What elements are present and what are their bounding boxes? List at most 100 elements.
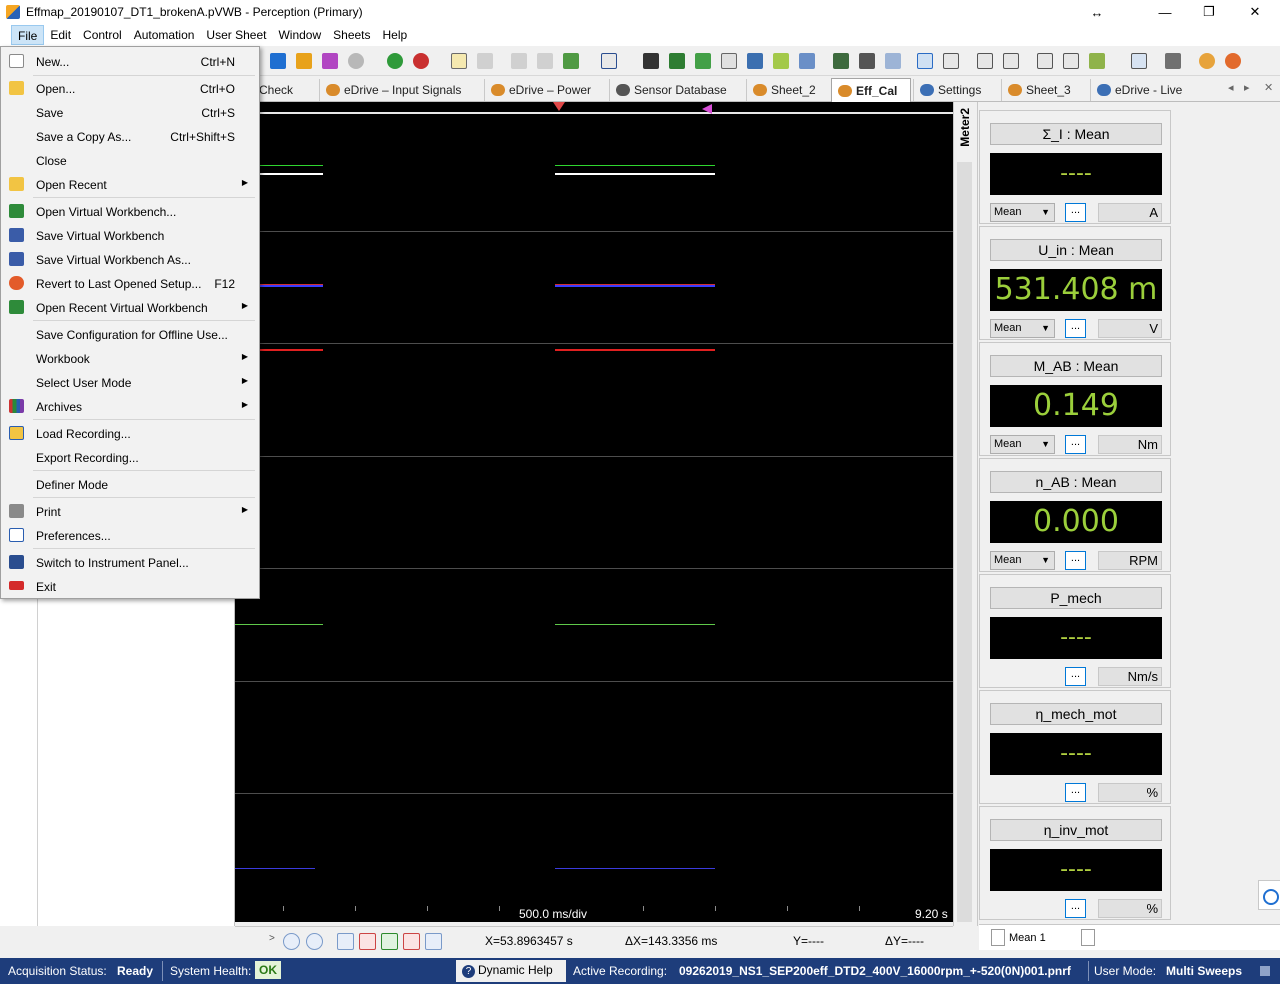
meter-icon[interactable] — [721, 53, 737, 69]
image-icon[interactable] — [773, 53, 789, 69]
zoom-in-icon[interactable] — [283, 933, 300, 950]
expand-arrow-icon[interactable]: > — [269, 933, 275, 944]
pause-icon[interactable] — [296, 53, 312, 69]
menu-help[interactable]: Help — [377, 25, 414, 45]
expand-icon[interactable] — [1037, 53, 1053, 69]
hardware-icon[interactable] — [1199, 53, 1215, 69]
menu-sheets[interactable]: Sheets — [327, 25, 376, 45]
meter-options-button[interactable]: ... — [1065, 551, 1086, 570]
menu-item-workbook[interactable]: Workbook ▶ — [3, 346, 257, 370]
layout-icon[interactable] — [601, 53, 617, 69]
cursor-lock-icon[interactable] — [1003, 53, 1019, 69]
page-icon[interactable] — [991, 929, 1005, 946]
calculator-icon[interactable] — [833, 53, 849, 69]
step-forward-icon[interactable] — [403, 933, 420, 950]
menu-item-save-virtual-workbench[interactable]: Save Virtual Workbench — [3, 223, 257, 247]
menu-user-sheet[interactable]: User Sheet — [200, 25, 272, 45]
cursor-single-icon[interactable] — [917, 53, 933, 69]
cursor-label-icon[interactable] — [943, 53, 959, 69]
chart-icon[interactable] — [669, 53, 685, 69]
resize-arrows-icon[interactable]: ↔ — [1074, 0, 1120, 24]
cursor-icon[interactable] — [695, 53, 711, 69]
meter-options-button[interactable]: ... — [1065, 203, 1086, 222]
menu-item-save-copy-as[interactable]: Save a Copy As... Ctrl+Shift+S — [3, 124, 257, 148]
resize-grip-icon[interactable] — [1260, 966, 1270, 976]
stop-recording-icon[interactable] — [413, 53, 429, 69]
meter-mode-select[interactable]: Mean ▼ — [990, 203, 1055, 222]
menu-window[interactable]: Window — [272, 25, 327, 45]
cursor-dual-icon[interactable] — [977, 53, 993, 69]
menu-item-open-virtual-workbench[interactable]: Open Virtual Workbench... — [3, 199, 257, 223]
tab-eff-cal[interactable]: Eff_Cal — [831, 78, 911, 102]
tab-next-icon[interactable]: ▸ — [1244, 81, 1250, 94]
meter-options-button[interactable]: ... — [1065, 667, 1086, 686]
menu-item-archives[interactable]: Archives ▶ — [3, 394, 257, 418]
tab-close-icon[interactable]: ✕ — [1264, 81, 1273, 94]
clipboard-icon[interactable] — [477, 53, 493, 69]
page-icon[interactable] — [1081, 929, 1095, 946]
trigger-icon[interactable] — [322, 53, 338, 69]
delete-icon[interactable] — [537, 53, 553, 69]
zoom-icon[interactable] — [885, 53, 901, 69]
menu-item-export-recording[interactable]: Export Recording... — [3, 445, 257, 469]
menu-item-switch-instrument-panel[interactable]: Switch to Instrument Panel... — [3, 550, 257, 574]
menu-automation[interactable]: Automation — [128, 25, 201, 45]
disconnect-icon[interactable] — [1225, 53, 1241, 69]
menu-item-open-recent[interactable]: Open Recent ▶ — [3, 172, 257, 196]
menu-item-save-config-offline[interactable]: Save Configuration for Offline Use... — [3, 322, 257, 346]
menu-item-open[interactable]: Open... Ctrl+O — [3, 76, 257, 100]
play-icon[interactable] — [270, 53, 286, 69]
meter-mode-select[interactable]: Mean ▼ — [990, 551, 1055, 570]
tab-sheet-2[interactable]: Sheet_2 — [746, 79, 830, 101]
tab-edrive-power[interactable]: eDrive – Power — [484, 79, 605, 101]
tab-sensor-database[interactable]: Sensor Database — [609, 79, 742, 101]
menu-item-save[interactable]: Save Ctrl+S — [3, 100, 257, 124]
notes-icon[interactable] — [451, 53, 467, 69]
step-back-icon[interactable] — [359, 933, 376, 950]
trigger-marker-icon[interactable] — [553, 102, 565, 111]
start-recording-icon[interactable] — [387, 53, 403, 69]
menu-item-select-user-mode[interactable]: Select User Mode ▶ — [3, 370, 257, 394]
meter-options-button[interactable]: ... — [1065, 783, 1086, 802]
tab-prev-icon[interactable]: ◂ — [1228, 81, 1234, 94]
menu-item-preferences[interactable]: Preferences... — [3, 523, 257, 547]
stop-icon[interactable] — [381, 933, 398, 950]
scope-display[interactable] — [235, 102, 953, 922]
printer-icon[interactable] — [1165, 53, 1181, 69]
binoculars-icon[interactable] — [859, 53, 875, 69]
export-icon[interactable] — [563, 53, 579, 69]
menu-file[interactable]: File — [11, 25, 45, 45]
grid-icon[interactable] — [799, 53, 815, 69]
tab-edrive-live[interactable]: eDrive - Live — [1090, 79, 1196, 101]
spreadsheet-icon[interactable] — [1131, 53, 1147, 69]
menu-item-exit[interactable]: Exit — [3, 574, 257, 598]
cursor-marker-icon[interactable] — [702, 104, 712, 114]
close-button[interactable]: ✕ — [1232, 0, 1278, 24]
minimize-button[interactable]: — — [1142, 0, 1188, 24]
display-icon[interactable] — [643, 53, 659, 69]
menu-item-new[interactable]: New... Ctrl+N — [3, 49, 257, 73]
tab-settings[interactable]: Settings — [913, 79, 998, 101]
meter-mode-select[interactable]: Mean ▼ — [990, 319, 1055, 338]
menu-item-load-recording[interactable]: Load Recording... — [3, 421, 257, 445]
copy-icon[interactable] — [511, 53, 527, 69]
measure-icon[interactable] — [1063, 53, 1079, 69]
menu-item-save-virtual-workbench-as[interactable]: Save Virtual Workbench As... — [3, 247, 257, 271]
menu-edit[interactable]: Edit — [44, 25, 77, 45]
menu-item-close[interactable]: Close — [3, 148, 257, 172]
meter-scrollbar[interactable] — [957, 162, 972, 922]
meter-options-button[interactable]: ... — [1065, 319, 1086, 338]
meter-options-button[interactable]: ... — [1065, 435, 1086, 454]
meter-options-button[interactable]: ... — [1065, 899, 1086, 918]
menu-item-print[interactable]: Print ▶ — [3, 499, 257, 523]
maximize-button[interactable]: ❐ — [1186, 0, 1232, 24]
remote-support-icon[interactable] — [1258, 880, 1280, 910]
microphone-icon[interactable] — [348, 53, 364, 69]
menu-control[interactable]: Control — [77, 25, 128, 45]
tab-check[interactable]: Check — [252, 79, 315, 101]
meter-page-field[interactable]: Mean 1 — [1009, 929, 1075, 947]
meter-mode-select[interactable]: Mean ▼ — [990, 435, 1055, 454]
menu-item-revert-setup[interactable]: Revert to Last Opened Setup... F12 — [3, 271, 257, 295]
menu-item-open-recent-workbench[interactable]: Open Recent Virtual Workbench ▶ — [3, 295, 257, 319]
skip-start-icon[interactable] — [337, 933, 354, 950]
